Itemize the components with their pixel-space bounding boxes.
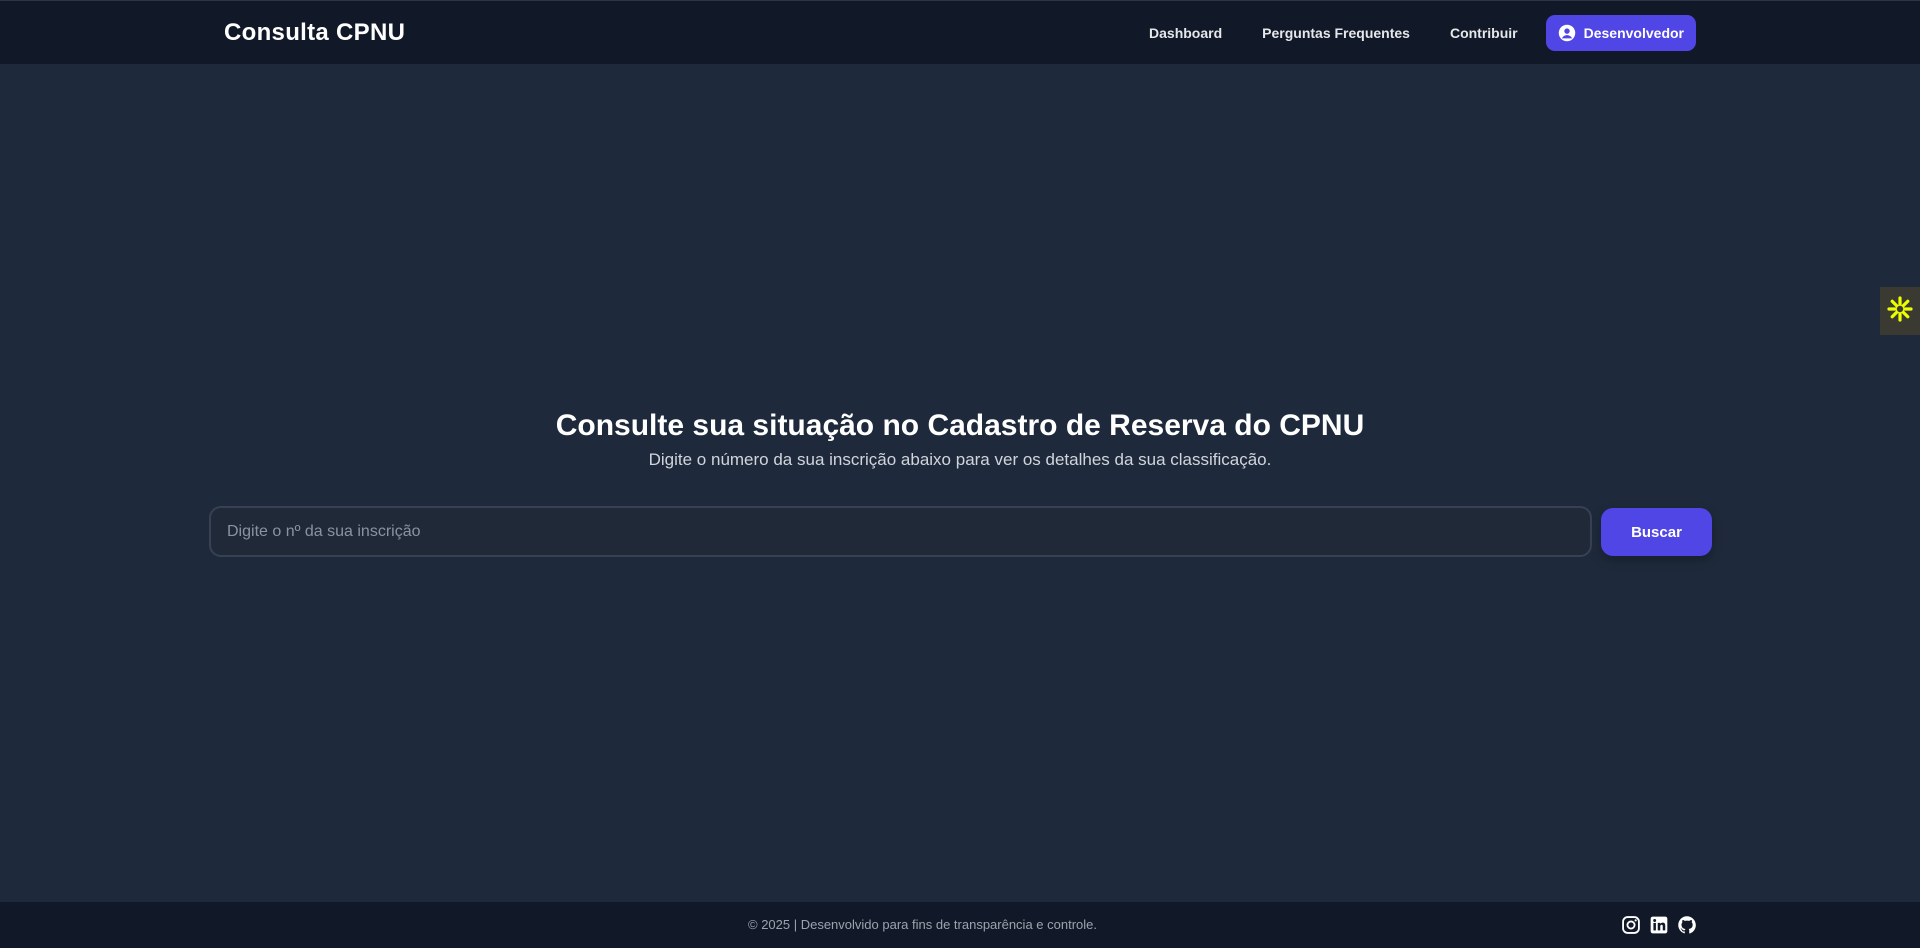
footer: © 2025 | Desenvolvido para fins de trans… [0, 902, 1920, 948]
linkedin-icon[interactable] [1649, 915, 1669, 935]
asterisk-icon [1886, 295, 1914, 328]
registration-number-input[interactable] [209, 506, 1592, 557]
github-icon[interactable] [1677, 915, 1697, 935]
page: Consulta CPNU Dashboard Perguntas Freque… [0, 0, 1920, 948]
floating-widget-button[interactable] [1880, 287, 1920, 335]
user-circle-icon [1558, 24, 1576, 42]
top-navbar: Consulta CPNU Dashboard Perguntas Freque… [0, 0, 1920, 64]
page-title: Consulte sua situação no Cadastro de Res… [555, 409, 1365, 442]
page-subtitle: Digite o número da sua inscrição abaixo … [648, 450, 1272, 469]
nav-contribute-link[interactable]: Contribuir [1450, 25, 1518, 41]
developer-button[interactable]: Desenvolvedor [1545, 15, 1696, 51]
nav-faq-link[interactable]: Perguntas Frequentes [1262, 25, 1410, 41]
social-links [1613, 915, 1697, 935]
brand-logo[interactable]: Consulta CPNU [224, 19, 405, 47]
search-button[interactable]: Buscar [1601, 508, 1712, 556]
nav-dashboard-link[interactable]: Dashboard [1149, 25, 1222, 41]
main-nav: Dashboard Perguntas Frequentes Contribui… [1149, 15, 1696, 51]
developer-button-label: Desenvolvedor [1583, 25, 1684, 41]
footer-copyright: © 2025 | Desenvolvido para fins de trans… [748, 917, 1097, 932]
instagram-icon[interactable] [1621, 915, 1641, 935]
